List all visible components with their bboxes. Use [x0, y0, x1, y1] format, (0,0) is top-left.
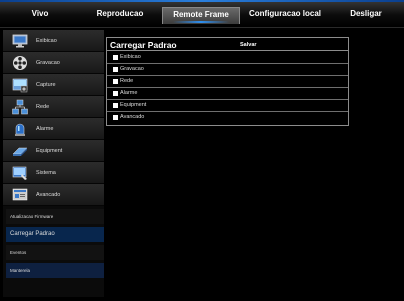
sidebar-subitem-manterela[interactable]: Manterela — [6, 263, 104, 278]
option-row: Equipment — [107, 100, 348, 112]
top-accent-bar — [0, 0, 404, 2]
sidebar-item-label: Alarme — [36, 126, 54, 132]
sidebar-item-equipment[interactable]: Equipment — [3, 140, 104, 162]
tab-configuracao-local[interactable]: Configuracao local — [242, 8, 328, 22]
option-label: Alarme — [120, 90, 138, 96]
gravacao-checkbox[interactable] — [113, 67, 118, 72]
avancado-checkbox[interactable] — [113, 115, 118, 120]
hard-drive-icon — [12, 147, 28, 156]
sidebar-item-sistema[interactable]: Sistema — [3, 162, 104, 184]
option-row: Alarme — [107, 88, 348, 100]
option-row: Exibicao — [107, 52, 348, 64]
option-row: Gravacao — [107, 64, 348, 76]
sidebar-item-label: Equipment — [36, 148, 63, 154]
sidebar-item-label: Avancado — [36, 192, 61, 198]
sidebar-subitem-eventos[interactable]: Eventos — [6, 245, 104, 260]
system-icon — [12, 166, 27, 180]
option-row: Avancado — [107, 112, 348, 124]
camera-capture-icon — [12, 78, 28, 93]
sidebar-item-label: Capture — [36, 82, 56, 88]
sidebar-subitem-carregar-padrao[interactable]: Carregar Padrao — [6, 227, 104, 242]
sidebar-item-gravacao[interactable]: Gravacao — [3, 52, 104, 74]
film-reel-icon — [13, 56, 27, 70]
sidebar-item-label: Sistema — [36, 170, 56, 176]
tab-remote-frame-label: Remote Frame — [173, 10, 229, 19]
tab-reproducao[interactable]: Reproducao — [80, 8, 160, 22]
load-defaults-panel: Carregar Padrao Salvar Exibicao Gravacao… — [106, 37, 349, 126]
option-label: Gravacao — [120, 66, 144, 72]
advanced-icon — [12, 188, 28, 201]
rede-checkbox[interactable] — [113, 79, 118, 84]
option-label: Exibicao — [120, 54, 141, 60]
sidebar-item-label: Rede — [36, 104, 50, 110]
top-navigation: Vivo Reproducao Remote Frame Configuraca… — [0, 0, 404, 28]
tab-desligar[interactable]: Desligar — [330, 8, 402, 22]
equipment-checkbox[interactable] — [113, 103, 118, 108]
panel-header: Carregar Padrao Salvar — [107, 38, 348, 51]
monitor-icon — [12, 34, 28, 48]
alarme-checkbox[interactable] — [113, 91, 118, 96]
option-row: Rede — [107, 76, 348, 88]
active-tab-indicator — [173, 21, 229, 23]
sidebar-item-alarme[interactable]: Alarme — [3, 118, 104, 140]
sidebar-item-exibicao[interactable]: Exibicao — [3, 30, 104, 52]
sidebar-item-label: Gravacao — [36, 60, 60, 66]
exibicao-checkbox[interactable] — [113, 55, 118, 60]
sidebar-subitem-atualizacao-firmware[interactable]: Atualizacao Firmware — [6, 209, 104, 224]
tab-vivo[interactable]: Vivo — [0, 8, 80, 22]
alarm-light-icon — [15, 123, 25, 136]
network-icon — [12, 99, 28, 115]
option-label: Avancado — [120, 114, 145, 120]
sidebar: Exibicao Gravacao Capture Rede Alarme Eq… — [3, 30, 104, 297]
sidebar-item-avancado[interactable]: Avancado — [3, 184, 104, 206]
sidebar-item-label: Exibicao — [36, 38, 57, 44]
option-label: Equipment — [120, 102, 147, 108]
tab-remote-frame[interactable]: Remote Frame — [162, 7, 240, 24]
sidebar-item-capture[interactable]: Capture — [3, 74, 104, 96]
option-label: Rede — [120, 78, 134, 84]
save-button[interactable]: Salvar — [240, 42, 257, 48]
sidebar-item-rede[interactable]: Rede — [3, 96, 104, 118]
panel-title: Carregar Padrao — [110, 40, 177, 50]
